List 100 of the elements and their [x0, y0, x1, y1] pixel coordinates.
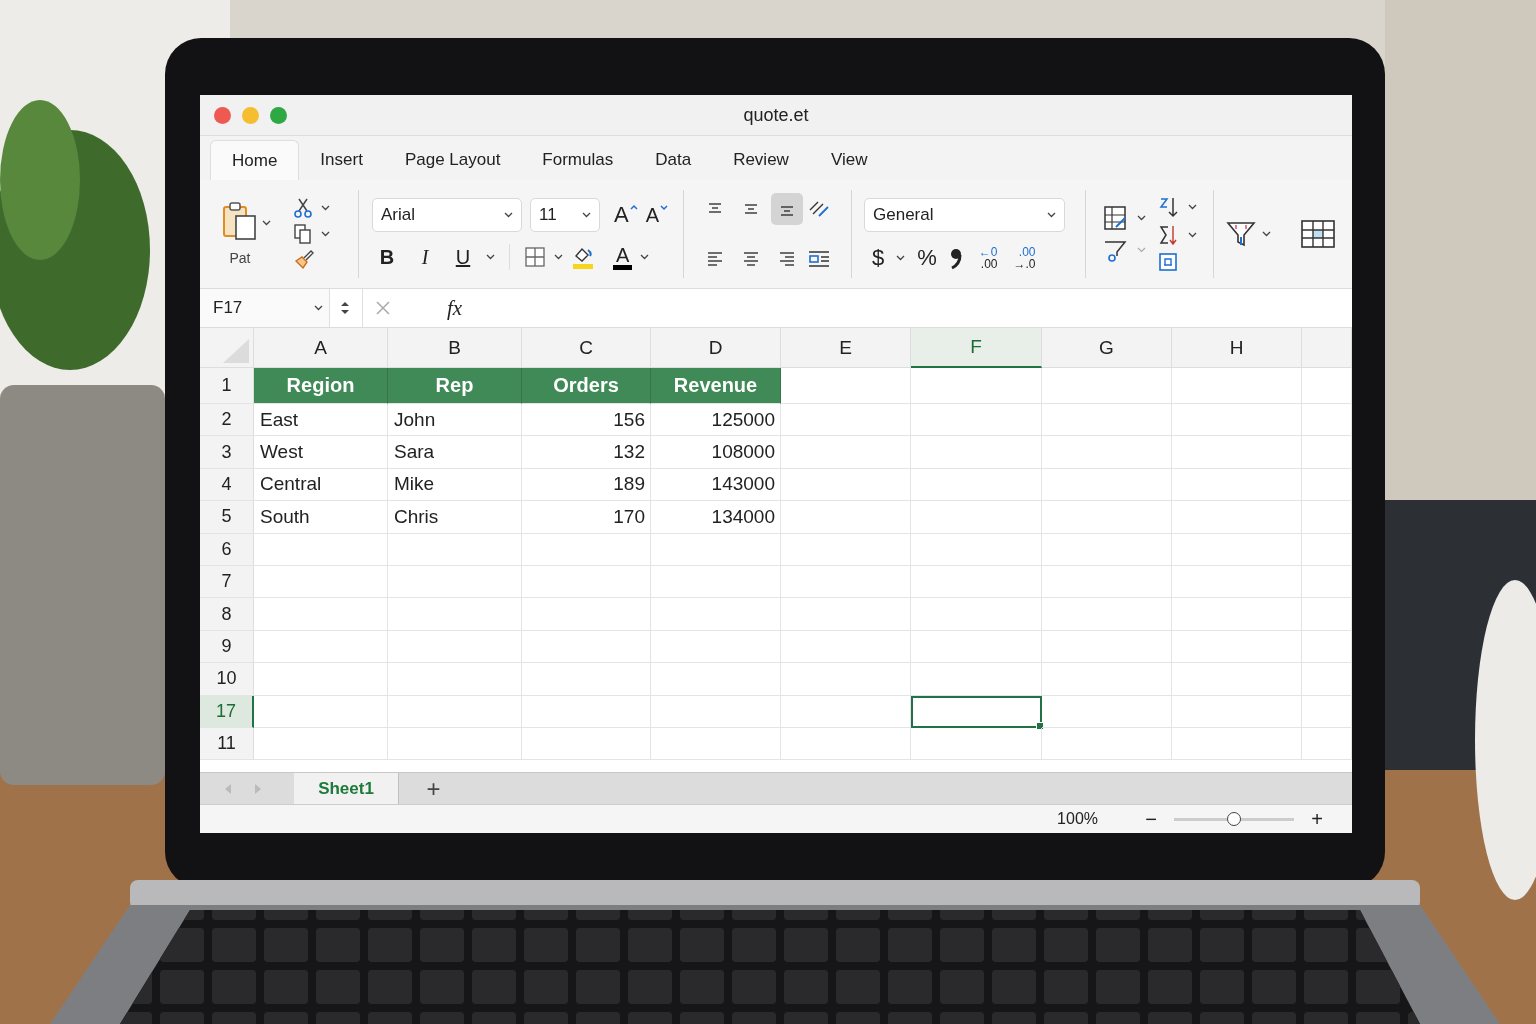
caret-icon[interactable]: [554, 254, 563, 260]
copy-icon[interactable]: [293, 223, 313, 245]
column-header[interactable]: E: [781, 328, 911, 368]
font-style-button[interactable]: B: [372, 247, 402, 267]
font-style-button[interactable]: I: [410, 247, 440, 267]
row-header[interactable]: 5: [200, 501, 254, 534]
borders-icon[interactable]: [524, 246, 546, 268]
ribbon-tab[interactable]: Formulas: [521, 140, 635, 180]
table-cell: Central: [254, 468, 388, 502]
caret-icon[interactable]: [486, 254, 495, 260]
zoom-out-button[interactable]: −: [1142, 807, 1160, 831]
caret-icon[interactable]: [321, 205, 330, 211]
header-cell: Rep: [388, 368, 522, 404]
ribbon-tab[interactable]: View: [809, 140, 889, 180]
caret-icon[interactable]: [1187, 232, 1197, 238]
align-button[interactable]: [770, 193, 803, 225]
table-cell: [1302, 404, 1352, 437]
font-size-dropdown[interactable]: 11: [530, 198, 600, 232]
row-header[interactable]: 6: [200, 533, 254, 566]
zoom-in-button[interactable]: +: [1308, 807, 1326, 831]
table-cell: Mike: [388, 468, 522, 502]
caret-icon[interactable]: [1047, 212, 1056, 218]
ribbon-tab[interactable]: Insert: [299, 140, 384, 180]
scissors-icon[interactable]: [293, 197, 313, 219]
brush-icon[interactable]: [293, 249, 315, 271]
caret-icon[interactable]: [1262, 231, 1271, 237]
function-button[interactable]: fx: [447, 295, 463, 321]
decimal-button[interactable]: .00 →.0: [1013, 246, 1036, 270]
selected-cell[interactable]: [911, 695, 1042, 728]
table-cell: [1302, 695, 1352, 728]
zoom-button[interactable]: [270, 106, 287, 124]
row-header[interactable]: 8: [200, 598, 254, 631]
sort-icon[interactable]: [1157, 196, 1180, 218]
number-format-dropdown[interactable]: General: [864, 198, 1065, 232]
find-icon[interactable]: [1157, 252, 1178, 272]
name-box[interactable]: F17: [200, 289, 330, 327]
up-caret-icon: [629, 204, 638, 210]
table-cell: 125000: [651, 404, 781, 437]
stepper-icon[interactable]: [340, 299, 350, 317]
down-caret-icon: [660, 205, 669, 211]
caret-icon[interactable]: [504, 212, 513, 218]
column-header[interactable]: H: [1172, 328, 1302, 368]
paste-button[interactable]: Pat: [222, 202, 258, 266]
table-cell: [1302, 468, 1352, 502]
filter-icon[interactable]: [1226, 219, 1256, 249]
grow-font-button[interactable]: A: [614, 204, 638, 226]
caret-icon[interactable]: [1136, 215, 1146, 221]
comma-style-icon[interactable]: [948, 246, 963, 270]
row-header[interactable]: 7: [200, 565, 254, 599]
font-style-button[interactable]: U: [448, 247, 478, 267]
row-header[interactable]: 3: [200, 436, 254, 469]
column-header[interactable]: F: [911, 328, 1042, 368]
table-cell: 132: [522, 436, 651, 469]
caret-icon[interactable]: [262, 220, 271, 226]
column-header[interactable]: D: [651, 328, 781, 368]
caret-icon[interactable]: [321, 231, 330, 237]
close-button[interactable]: [214, 106, 231, 124]
row-header[interactable]: 9: [200, 630, 254, 664]
column-header[interactable]: A: [254, 328, 388, 368]
row-header[interactable]: 11: [200, 727, 254, 761]
row-header[interactable]: 1: [200, 368, 254, 404]
table-cell: [1302, 565, 1352, 599]
merge-cells-icon[interactable]: [806, 248, 831, 270]
table-cell: Chris: [388, 501, 522, 534]
header-cell: Orders: [522, 368, 651, 404]
table-cell: 156: [522, 404, 651, 437]
caret-icon[interactable]: [896, 255, 906, 261]
window-title: quote.et: [743, 104, 809, 126]
table-icon[interactable]: [1301, 220, 1335, 248]
font-color-button[interactable]: A: [613, 244, 633, 270]
zoom-level: 100%: [1057, 810, 1098, 828]
ribbon-tab[interactable]: Page Layout: [383, 140, 522, 180]
column-header[interactable]: B: [388, 328, 522, 368]
ribbon-tab[interactable]: Review: [712, 140, 810, 180]
format-table-icon[interactable]: [1102, 205, 1129, 231]
percent-button[interactable]: %: [917, 247, 937, 269]
caret-icon[interactable]: [1187, 204, 1197, 210]
table-cell: South: [254, 501, 388, 534]
table-cell: [1302, 598, 1352, 631]
caret-icon[interactable]: [582, 212, 591, 218]
shrink-font-button[interactable]: A: [645, 205, 669, 225]
caret-icon[interactable]: [640, 254, 650, 260]
table-cell: [1302, 663, 1352, 696]
row-header[interactable]: 2: [200, 404, 254, 437]
font-dropdown[interactable]: Arial: [372, 198, 522, 232]
caret-icon[interactable]: [314, 305, 323, 311]
ribbon-tab[interactable]: Data: [634, 140, 713, 180]
decimal-button[interactable]: ←0 .00: [978, 246, 998, 270]
slider-thumb[interactable]: [1227, 812, 1241, 826]
table-cell: East: [254, 404, 388, 437]
table-cell: 134000: [651, 501, 781, 534]
table-cell: West: [254, 436, 388, 469]
row-header[interactable]: 4: [200, 468, 254, 502]
currency-button[interactable]: $: [872, 247, 885, 269]
ribbon-tab[interactable]: Home: [210, 140, 300, 180]
column-header[interactable]: C: [522, 328, 651, 368]
column-header[interactable]: G: [1042, 328, 1172, 368]
row-header[interactable]: 10: [200, 663, 254, 696]
sheet-tab[interactable]: Sheet1: [294, 773, 398, 804]
row-header[interactable]: 17: [200, 695, 254, 728]
